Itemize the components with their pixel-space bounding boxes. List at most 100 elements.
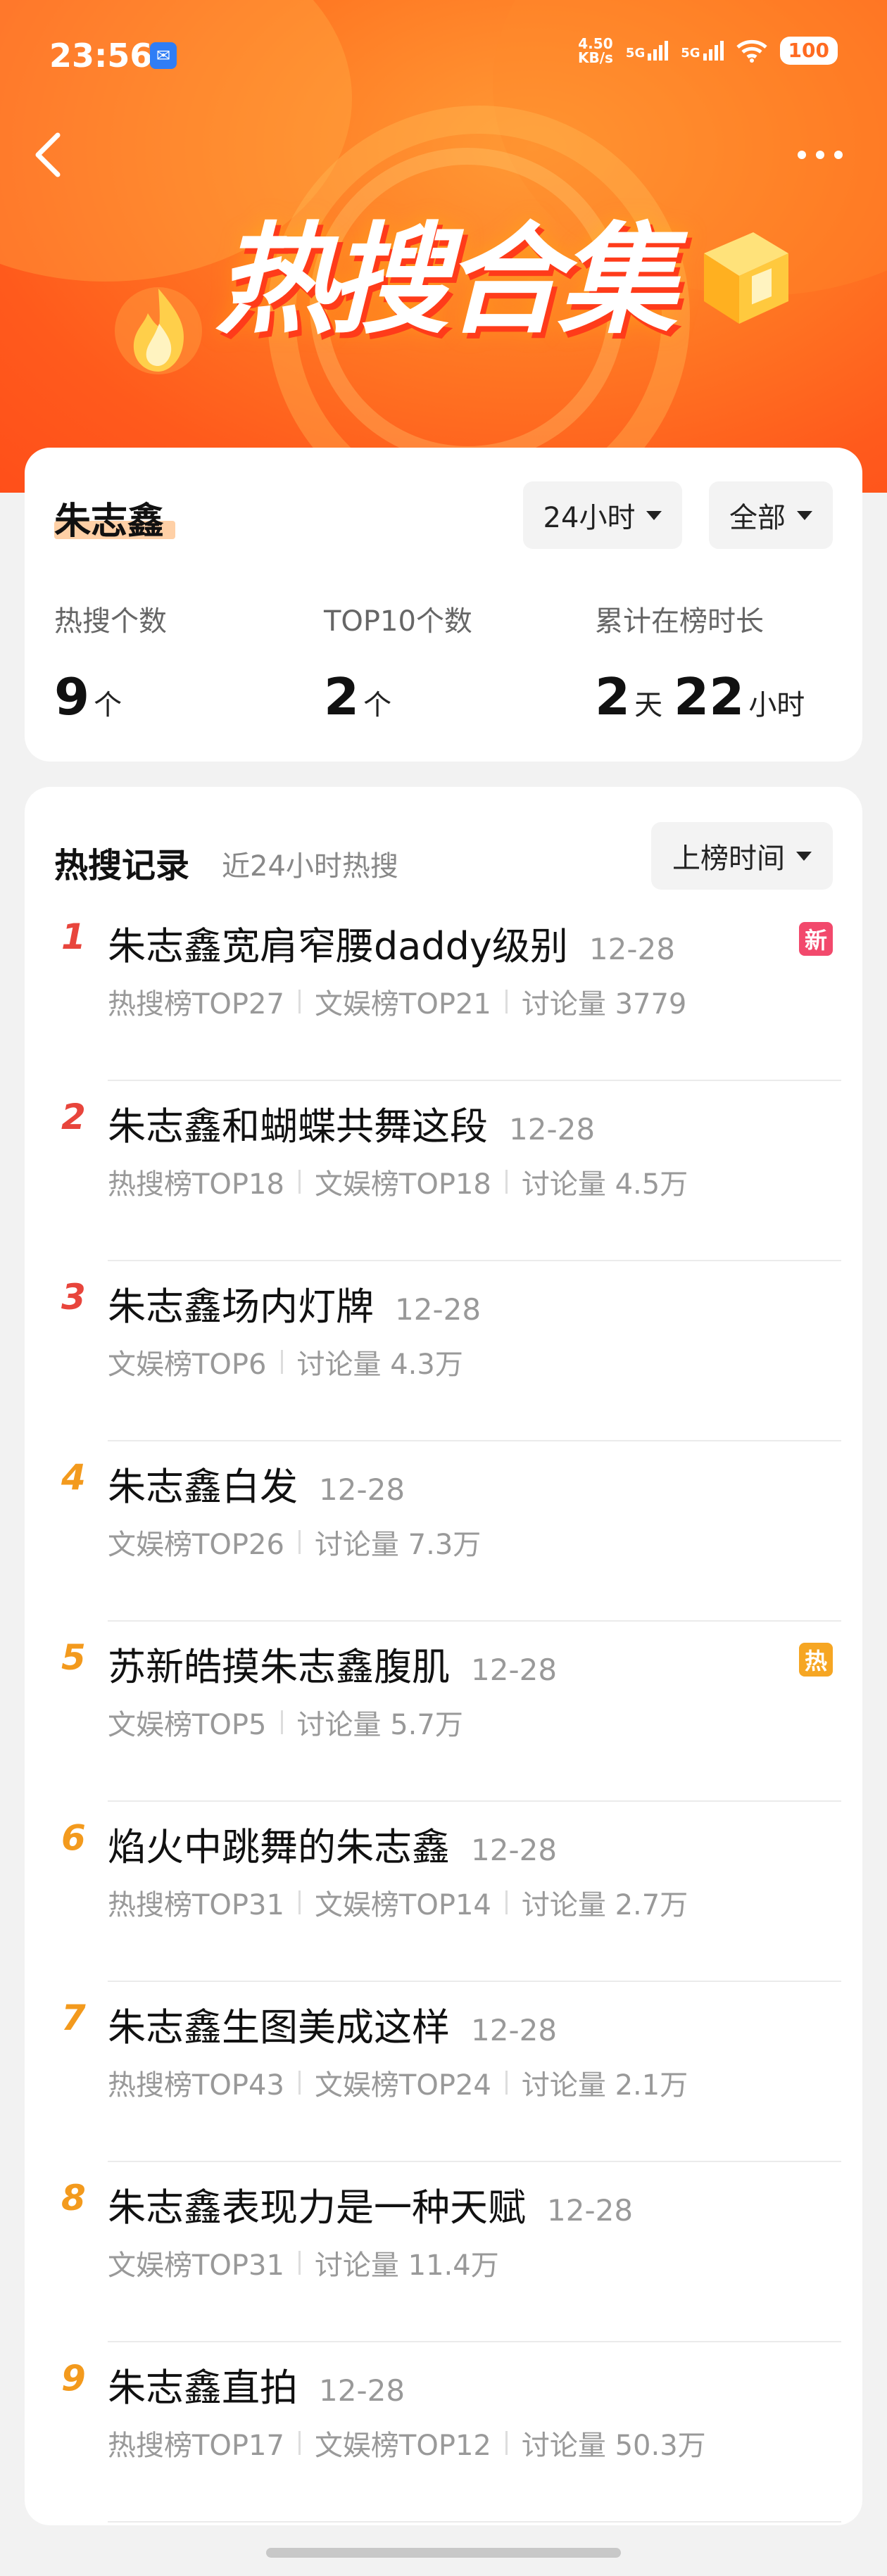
record-meta-item: 热搜榜TOP17 <box>108 2430 284 2462</box>
sort-dropdown[interactable]: 上榜时间 <box>651 822 833 890</box>
record-title: 朱志鑫生图美成这样 <box>108 2005 450 2050</box>
category-filter-dropdown[interactable]: 全部 <box>709 481 833 549</box>
record-row[interactable]: 8 朱志鑫表现力是一种天赋 12-28 文娱榜TOP31 讨论量 11.4万 <box>25 2162 862 2342</box>
banner-title: 热搜合集 <box>215 211 677 351</box>
record-meta: 热搜榜TOP27 文娱榜TOP21 讨论量 3779 <box>108 981 686 1022</box>
status-indicators: 4.50 KB/s 5G 5G 100 <box>578 37 838 65</box>
record-row[interactable]: 6 焰火中跳舞的朱志鑫 12-28 热搜榜TOP31 文娱榜TOP14 讨论量 2.7万 <box>25 1802 862 1982</box>
meta-separator <box>298 1530 301 1554</box>
stat-days-unit: 天 <box>634 689 663 721</box>
record-title-line: 焰火中跳舞的朱志鑫 12-28 <box>108 1816 557 1871</box>
stat-days-value: 2 <box>595 667 631 726</box>
record-meta-item: 文娱榜TOP6 <box>108 1349 267 1381</box>
stat-hot-count: 热搜个数 9个 <box>54 598 167 726</box>
battery-indicator: 100 <box>779 37 838 65</box>
record-title: 朱志鑫直拍 <box>108 2366 298 2410</box>
hot-badge: 热 <box>799 1643 833 1677</box>
category-filter-label: 全部 <box>729 502 786 534</box>
record-rank: 6 <box>61 1817 86 1858</box>
record-title-line: 苏新皓摸朱志鑫腹肌 12-28 <box>108 1636 557 1691</box>
record-title-line: 朱志鑫白发 12-28 <box>108 1456 405 1511</box>
net-speed-unit: KB/s <box>577 49 613 66</box>
record-meta-item: 热搜榜TOP27 <box>108 988 284 1021</box>
summary-card: 朱志鑫 24小时 全部 热搜个数 9个 TOP10个数 2个 累计在榜时长 2天… <box>25 448 862 762</box>
network-type: 5G <box>625 46 646 61</box>
record-meta-item: 热搜榜TOP43 <box>108 2069 284 2102</box>
record-title: 朱志鑫场内灯牌 <box>108 1284 374 1329</box>
record-date: 12-28 <box>547 2193 634 2228</box>
record-title: 苏新皓摸朱志鑫腹肌 <box>108 1645 450 1689</box>
record-title: 焰火中跳舞的朱志鑫 <box>108 1825 450 1869</box>
record-meta: 热搜榜TOP17 文娱榜TOP12 讨论量 50.3万 <box>108 2423 706 2463</box>
time-filter-dropdown[interactable]: 24小时 <box>523 481 682 549</box>
record-title: 朱志鑫表现力是一种天赋 <box>108 2185 526 2230</box>
meta-separator <box>505 2071 508 2095</box>
record-meta-item: 讨论量 2.7万 <box>521 1889 688 1921</box>
net-speed: 4.50 KB/s <box>578 37 613 65</box>
record-meta-item: 讨论量 4.3万 <box>296 1349 463 1381</box>
chevron-down-icon <box>797 510 812 520</box>
record-rank: 4 <box>61 1457 86 1498</box>
record-row[interactable]: 2 朱志鑫和蝴蝶共舞这段 12-28 热搜榜TOP18 文娱榜TOP18 讨论量 4.5万 <box>25 1081 862 1261</box>
record-rank: 8 <box>61 2178 86 2218</box>
signal-icon: 5G <box>681 41 724 61</box>
stat-unit: 个 <box>363 689 392 721</box>
record-date: 12-28 <box>471 1833 558 1867</box>
stat-label: 热搜个数 <box>54 605 167 638</box>
record-date: 12-28 <box>319 1472 405 1507</box>
record-meta-item: 讨论量 50.3万 <box>521 2430 706 2462</box>
record-rank: 2 <box>61 1097 86 1137</box>
record-row[interactable]: 1 朱志鑫宽肩窄腰daddy级别 12-28 热搜榜TOP27 文娱榜TOP21 讨论量 … <box>25 901 862 1081</box>
more-dot <box>798 151 806 159</box>
record-rank: 1 <box>61 916 86 957</box>
record-date: 12-28 <box>471 2013 558 2047</box>
record-title-line: 朱志鑫表现力是一种天赋 12-28 <box>108 2176 633 2232</box>
stat-unit: 个 <box>94 689 122 721</box>
time-filter-label: 24小时 <box>543 502 636 534</box>
record-row[interactable]: 5 苏新皓摸朱志鑫腹肌 12-28 文娱榜TOP5 讨论量 5.7万 热 <box>25 1622 862 1802</box>
record-meta-item: 文娱榜TOP21 <box>314 988 491 1021</box>
more-dot <box>834 151 843 159</box>
record-title-line: 朱志鑫和蝴蝶共舞这段 12-28 <box>108 1095 595 1151</box>
network-type: 5G <box>681 46 700 61</box>
record-row[interactable]: 7 朱志鑫生图美成这样 12-28 热搜榜TOP43 文娱榜TOP24 讨论量 2.1万 <box>25 1982 862 2162</box>
record-meta-item: 文娱榜TOP18 <box>314 1168 491 1201</box>
stat-label: TOP10个数 <box>324 605 472 638</box>
meta-separator <box>298 1890 301 1914</box>
meta-separator <box>298 990 301 1014</box>
record-meta: 文娱榜TOP5 讨论量 5.7万 <box>108 1702 463 1743</box>
record-meta-item: 文娱榜TOP31 <box>108 2249 284 2282</box>
header-banner: 23:56 ✉ 4.50 KB/s 5G 5G 100 热搜合集 <box>0 0 887 493</box>
stat-hours-unit: 小时 <box>748 689 805 721</box>
record-meta-item: 讨论量 2.1万 <box>521 2069 688 2102</box>
record-meta: 文娱榜TOP31 讨论量 11.4万 <box>108 2242 499 2283</box>
record-rank: 3 <box>61 1277 86 1318</box>
meta-separator <box>298 1170 301 1194</box>
meta-separator <box>280 1350 283 1374</box>
record-date: 12-28 <box>395 1292 482 1327</box>
records-card: 热搜记录 近24小时热搜 上榜时间 1 朱志鑫宽肩窄腰daddy级别 12-28 热搜… <box>25 787 862 2525</box>
record-title: 朱志鑫白发 <box>108 1465 298 1509</box>
more-options-button[interactable] <box>788 141 852 169</box>
record-meta-item: 文娱榜TOP12 <box>314 2430 491 2462</box>
record-meta: 文娱榜TOP26 讨论量 7.3万 <box>108 1522 481 1562</box>
record-title-line: 朱志鑫场内灯牌 12-28 <box>108 1275 481 1331</box>
record-date: 12-28 <box>319 2373 405 2408</box>
record-title-line: 朱志鑫直拍 12-28 <box>108 2356 405 2412</box>
record-rank: 7 <box>61 1997 86 2038</box>
back-icon[interactable] <box>28 127 70 183</box>
meta-separator <box>505 1890 508 1914</box>
meta-separator <box>505 990 508 1014</box>
record-row[interactable]: 4 朱志鑫白发 12-28 文娱榜TOP26 讨论量 7.3万 <box>25 1441 862 1622</box>
record-meta-item: 文娱榜TOP14 <box>314 1889 491 1921</box>
new-badge: 新 <box>799 922 833 956</box>
record-meta-item: 讨论量 5.7万 <box>296 1709 463 1741</box>
record-meta: 热搜榜TOP43 文娱榜TOP24 讨论量 2.1万 <box>108 2062 688 2103</box>
record-row[interactable]: 9 朱志鑫直拍 12-28 热搜榜TOP17 文娱榜TOP12 讨论量 50.3万 <box>25 2342 862 2523</box>
sort-label: 上榜时间 <box>672 842 785 875</box>
record-meta: 文娱榜TOP6 讨论量 4.3万 <box>108 1341 463 1382</box>
record-meta-item: 热搜榜TOP18 <box>108 1168 284 1201</box>
record-row[interactable]: 3 朱志鑫场内灯牌 12-28 文娱榜TOP6 讨论量 4.3万 <box>25 1261 862 1441</box>
home-indicator[interactable] <box>266 2548 621 2558</box>
record-title: 朱志鑫宽肩窄腰daddy级别 <box>108 924 568 968</box>
